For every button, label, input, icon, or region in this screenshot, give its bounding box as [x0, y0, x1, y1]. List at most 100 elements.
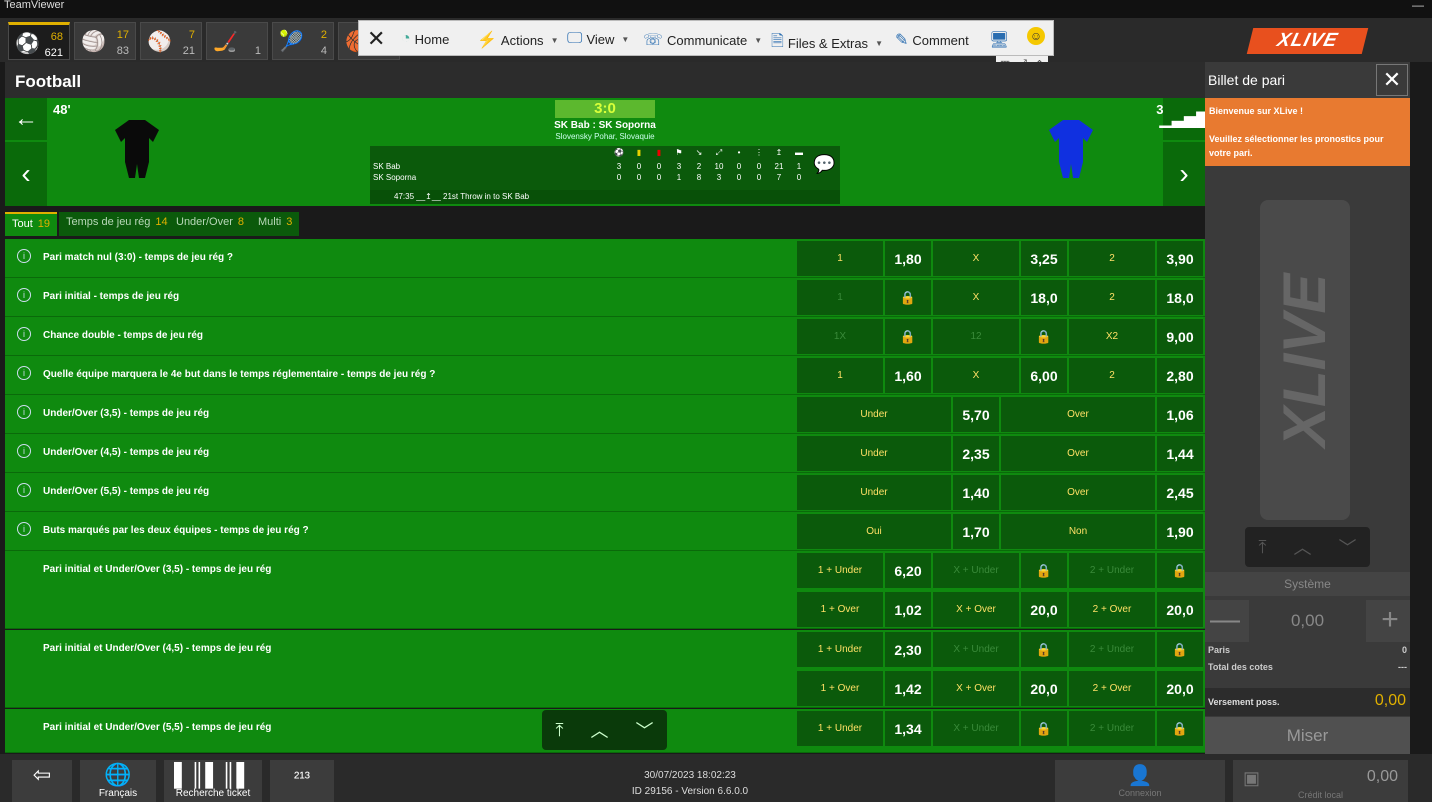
actions-button[interactable]: ⚡ Actions ▼ — [477, 30, 558, 50]
home-button[interactable]: ◔ Home — [401, 30, 449, 48]
odds-button[interactable]: 3,25 — [1021, 241, 1067, 276]
odds-button[interactable]: 1,80 — [885, 241, 931, 276]
wallet-icon: ▣ — [1243, 768, 1261, 788]
results-button[interactable]: ²¹³ — [270, 760, 334, 802]
stake-input[interactable]: 0,00 — [1249, 600, 1366, 642]
smiley-icon[interactable]: ☺ — [1027, 27, 1045, 45]
local-credit-button[interactable]: ▣ 0,00 Crédit local — [1233, 760, 1408, 802]
files-button[interactable]: 🗎 Files & Extras ▼ — [771, 30, 883, 57]
info-icon[interactable]: i — [17, 288, 31, 302]
sport-live-count: 68 — [50, 31, 63, 43]
scroll-top-icon[interactable]: ⤒ — [1259, 537, 1267, 558]
sport-tab[interactable]: ⚽ 68 621 — [8, 22, 70, 60]
plus-button[interactable]: + — [1370, 600, 1410, 642]
sport-tab[interactable]: 🏐 17 83 — [74, 22, 136, 60]
odds-button[interactable]: 20,0 — [1021, 671, 1067, 706]
odds-button[interactable]: 1,44 — [1157, 436, 1203, 471]
prev-match-button[interactable]: ‹ — [5, 142, 47, 206]
scroll-down-icon[interactable]: ﹀ — [635, 717, 653, 743]
info-icon[interactable]: i — [17, 366, 31, 380]
odds-button[interactable]: 2,45 — [1157, 475, 1203, 510]
tab-under-over[interactable]: Under/Over 8 — [169, 212, 251, 236]
sport-live-count: 2 — [320, 29, 327, 41]
locked-odds: 🔒 — [1157, 553, 1203, 588]
locked-odds: 🔒 — [1157, 711, 1203, 746]
info-icon[interactable]: i — [17, 522, 31, 536]
tab-temps-de-jeu[interactable]: Temps de jeu rég 14 — [59, 212, 175, 236]
selection-label: 12 — [933, 319, 1019, 354]
chat-icon[interactable]: 💬 — [813, 154, 835, 175]
last-event: 47:35 __↥__ 21st Throw in to SK Bab — [370, 190, 840, 204]
info-icon[interactable]: i — [17, 405, 31, 419]
language-button[interactable]: 🌐 Français — [80, 760, 156, 802]
info-icon[interactable]: i — [17, 444, 31, 458]
statistics-button[interactable]: ▁▃▅▇ — [1159, 98, 1209, 140]
odds-button[interactable]: 1,70 — [953, 514, 999, 549]
football-icon: ⚽ — [15, 33, 40, 55]
odds-button[interactable]: 1,90 — [1157, 514, 1203, 549]
odds-button[interactable]: 18,0 — [1021, 280, 1067, 315]
odds-button[interactable]: 20,0 — [1157, 671, 1203, 706]
market-label: Chance double - temps de jeu rég — [43, 330, 204, 341]
odds-button[interactable]: 2,30 — [885, 632, 931, 667]
credit-value: 0,00 — [1366, 768, 1398, 785]
sport-tab[interactable]: 🎾 2 4 — [272, 22, 334, 60]
odds-button[interactable]: 6,00 — [1021, 358, 1067, 393]
selection-label: 2 + Under — [1069, 632, 1155, 667]
selection-label: Oui — [797, 514, 951, 549]
comment-button[interactable]: ✎ Comment — [895, 30, 969, 50]
system-label[interactable]: Système — [1205, 572, 1410, 596]
odds-button[interactable]: 1,40 — [953, 475, 999, 510]
odds-button[interactable]: 1,34 — [885, 711, 931, 746]
sport-tab[interactable]: ⚾ 7 21 — [140, 22, 202, 60]
odds-button[interactable]: 20,0 — [1157, 592, 1203, 627]
odds-button[interactable]: 5,70 — [953, 397, 999, 432]
view-button[interactable]: 🖵 View ▼ — [567, 30, 629, 48]
scroll-up-icon[interactable]: ︿ — [1293, 534, 1311, 560]
close-icon[interactable]: ✕ — [367, 26, 385, 52]
tennis-icon: 🎾 — [279, 31, 304, 53]
lock-icon: 🔒 — [1035, 641, 1053, 657]
hockey-icon: 🏒 — [213, 31, 238, 53]
goal-icon: ⚽ — [614, 148, 624, 157]
odds-button[interactable]: 2,35 — [953, 436, 999, 471]
scroll-down-icon[interactable]: ﹀ — [1338, 534, 1356, 560]
scroll-top-icon[interactable]: ⤒ — [556, 720, 564, 741]
selection-label: X — [933, 241, 1019, 276]
payout-value: 0,00 — [1374, 692, 1406, 709]
login-button[interactable]: 👤 Connexion — [1055, 760, 1225, 802]
lock-icon: 🔒 — [1171, 720, 1189, 736]
screen-icon[interactable]: 🖥 — [989, 30, 1009, 50]
minus-button[interactable]: — — [1205, 600, 1245, 642]
odds-button[interactable]: 18,0 — [1157, 280, 1203, 315]
close-slip-button[interactable]: ✕ — [1376, 64, 1408, 96]
odds-button[interactable]: 6,20 — [885, 553, 931, 588]
info-icon[interactable]: i — [17, 327, 31, 341]
place-bet-button[interactable]: Miser — [1205, 717, 1410, 754]
sport-tab[interactable]: 🏒 1 — [206, 22, 268, 60]
ticket-search-button[interactable]: ▌║▌║▌ Recherche ticket — [164, 760, 262, 802]
odds-button[interactable]: 20,0 — [1021, 592, 1067, 627]
odds-button[interactable]: 9,00 — [1157, 319, 1203, 354]
chevron-right-icon: › — [1179, 158, 1189, 189]
odds-button[interactable]: 1,60 — [885, 358, 931, 393]
minimize-icon[interactable]: — — [1412, 0, 1424, 11]
back-button[interactable]: ← — [5, 98, 47, 140]
next-match-button[interactable]: › — [1163, 142, 1205, 206]
info-icon[interactable]: i — [17, 483, 31, 497]
tab-multi[interactable]: Multi 3 — [251, 212, 300, 236]
odds-button[interactable]: 2,80 — [1157, 358, 1203, 393]
selection-label: X + Over — [933, 592, 1019, 627]
locked-odds: 🔒 — [885, 319, 931, 354]
scroll-up-icon[interactable]: ︿ — [590, 717, 608, 743]
odds-button[interactable]: 1,42 — [885, 671, 931, 706]
odds-button[interactable]: 1,06 — [1157, 397, 1203, 432]
communicate-button[interactable]: ☏ Communicate ▼ — [643, 30, 762, 50]
lightning-icon: ⚡ — [477, 32, 497, 49]
info-icon[interactable]: i — [17, 249, 31, 263]
selection-label: X — [933, 280, 1019, 315]
odds-button[interactable]: 3,90 — [1157, 241, 1203, 276]
logout-button[interactable]: ⇦ — [12, 760, 72, 802]
tab-tout[interactable]: Tout 19 — [5, 212, 58, 236]
odds-button[interactable]: 1,02 — [885, 592, 931, 627]
